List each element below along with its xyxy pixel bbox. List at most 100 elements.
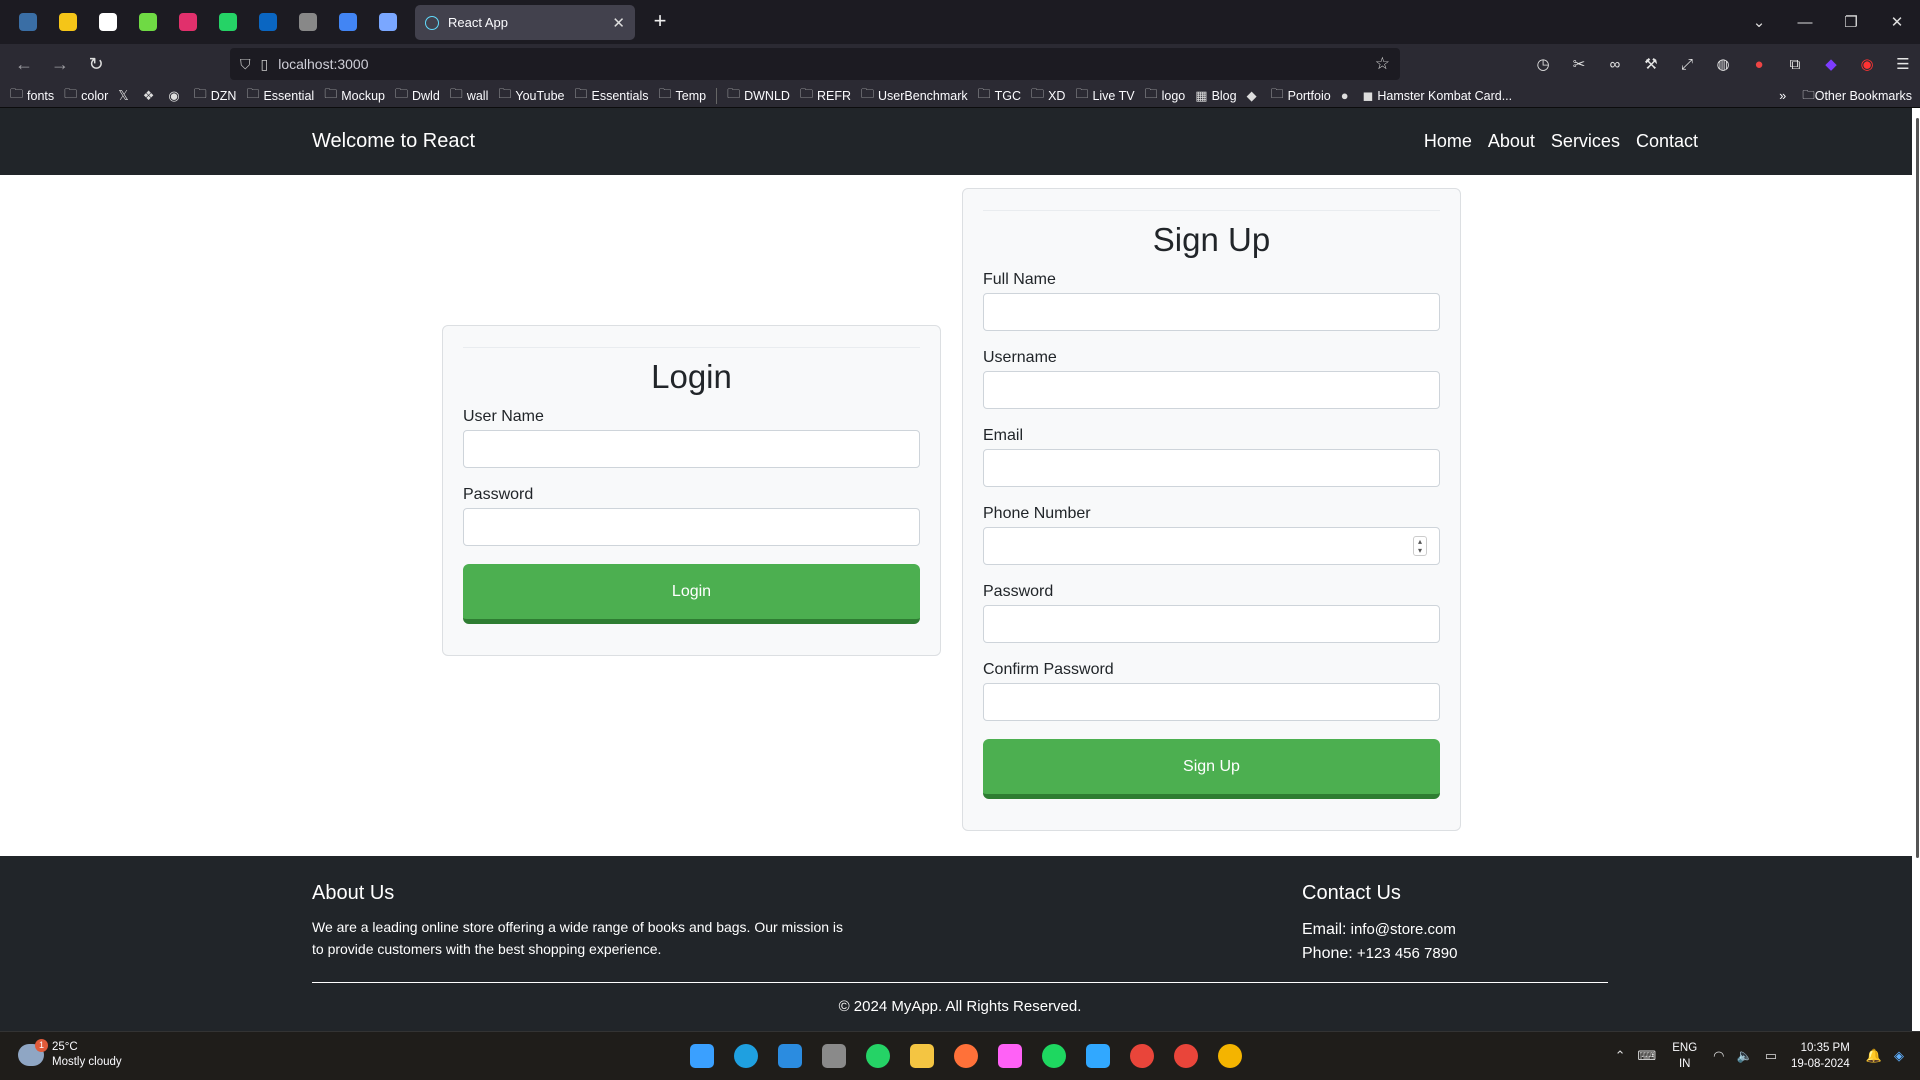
photoshop-icon[interactable] (1076, 1039, 1120, 1073)
signup-button[interactable]: Sign Up (983, 739, 1440, 799)
adobe-xd-icon[interactable] (988, 1039, 1032, 1073)
restore-icon[interactable]: ❐ (1828, 13, 1874, 31)
gemini-icon[interactable] (328, 0, 368, 44)
phone-number-input[interactable]: ▴ ▾ (983, 527, 1440, 565)
volume-icon[interactable]: 🔈 (1737, 1048, 1753, 1064)
vscode-icon[interactable] (768, 1039, 812, 1073)
address-bar[interactable]: ⛉ ▯ localhost:3000 ☆ (230, 48, 1400, 80)
globe-icon[interactable] (368, 0, 408, 44)
copilot-icon[interactable]: ◈ (1894, 1048, 1904, 1064)
reload-icon[interactable]: ↻ (78, 54, 114, 75)
bookmark-item[interactable]: 🗀 Live TV (1075, 85, 1134, 107)
bookmark-item[interactable]: ❖ (143, 88, 159, 104)
bookmark-item[interactable]: 🗀 Essential (246, 85, 314, 107)
linkedin-icon[interactable] (248, 0, 288, 44)
battery-icon[interactable]: ▭ (1765, 1048, 1777, 1064)
password-input[interactable] (463, 508, 920, 546)
nav-link-contact[interactable]: Contact (1636, 131, 1698, 152)
history-icon[interactable]: ◷ (1525, 48, 1561, 80)
bookmark-item[interactable]: 🗀 Essentials (575, 85, 649, 107)
upwork-icon[interactable] (128, 0, 168, 44)
wave-icon[interactable] (288, 0, 328, 44)
menu-icon[interactable]: ☰ (1885, 48, 1920, 80)
chrome-icon[interactable] (1120, 1039, 1164, 1073)
bookmark-item[interactable]: 🗀 Dwld (395, 85, 440, 107)
wifi-icon[interactable]: ◠ (1713, 1048, 1724, 1064)
full-name-input[interactable] (983, 293, 1440, 331)
bookmark-item[interactable]: 🗀 wall (450, 85, 489, 107)
user-name-input[interactable] (463, 430, 920, 468)
chrome-icon[interactable] (1164, 1039, 1208, 1073)
minimize-icon[interactable]: — (1782, 14, 1828, 31)
bookmark-item[interactable]: 🗀 YouTube (498, 85, 564, 107)
shield-icon[interactable]: ⛉ (240, 56, 251, 73)
infinity-icon[interactable]: ∞ (1597, 48, 1633, 80)
bookmark-item[interactable]: 🗀 logo (1145, 85, 1186, 107)
bell-icon[interactable]: 🔔 (1866, 1048, 1882, 1064)
close-window-icon[interactable]: ✕ (1874, 13, 1920, 31)
wrench-icon[interactable]: ⚒ (1633, 48, 1669, 80)
bookmark-item[interactable]: 🗀 Temp (659, 85, 707, 107)
bookmark-item[interactable]: 🗀 Portfoio (1271, 85, 1331, 107)
chevron-up-icon[interactable]: ⌃ (1615, 1048, 1626, 1064)
tab-react-app[interactable]: React App ✕ (415, 5, 635, 40)
bookmark-star-icon[interactable]: ☆ (1375, 54, 1390, 74)
back-icon[interactable]: ← (6, 54, 42, 75)
pencil-app-icon[interactable] (48, 0, 88, 44)
nav-link-about[interactable]: About (1488, 131, 1535, 152)
username-input[interactable] (983, 371, 1440, 409)
scrollbar-thumb[interactable] (1916, 118, 1919, 858)
firefox-icon[interactable] (944, 1039, 988, 1073)
bookmark-item[interactable]: ▦ Blog (1195, 88, 1236, 104)
tab-list-icon[interactable]: ⌄ (1736, 13, 1782, 31)
purple-extension-icon[interactable]: ◆ (1813, 48, 1849, 80)
whatsapp-icon[interactable] (856, 1039, 900, 1073)
chatgpt-icon[interactable] (88, 0, 128, 44)
whatsapp-icon[interactable] (208, 0, 248, 44)
bookmark-item[interactable]: 🗀 DZN (194, 85, 237, 107)
page-scrollbar[interactable] (1912, 108, 1920, 1031)
language-indicator[interactable]: ENG IN (1672, 1040, 1697, 1072)
adblock-icon[interactable]: ● (1741, 48, 1777, 80)
email-input[interactable] (983, 449, 1440, 487)
edge-icon[interactable] (724, 1039, 768, 1073)
brand-title[interactable]: Welcome to React (312, 130, 1424, 153)
windows-start-icon[interactable] (680, 1039, 724, 1073)
bookmark-item[interactable]: 🗀 UserBenchmark (861, 85, 968, 107)
nav-link-home[interactable]: Home (1424, 131, 1472, 152)
instagram-icon[interactable] (168, 0, 208, 44)
forward-icon[interactable]: → (42, 54, 78, 75)
bookmark-item[interactable]: 🗀 XD (1031, 85, 1065, 107)
bookmark-item[interactable]: 🗀 Mockup (324, 85, 385, 107)
other-bookmarks[interactable]: Other Bookmarks (1815, 89, 1912, 103)
bookmark-item[interactable]: ◼ Hamster Kombat Card... (1363, 88, 1513, 104)
bookmark-item[interactable]: 🗀 TGC (978, 85, 1021, 107)
spotify-icon[interactable] (1032, 1039, 1076, 1073)
confirm-password-input[interactable] (983, 683, 1440, 721)
bookmark-item[interactable]: ● (1341, 88, 1353, 103)
close-tab-icon[interactable]: ✕ (612, 14, 625, 32)
new-tab-button[interactable]: + (646, 8, 674, 34)
bookmark-item[interactable]: 🗀 DWNLD (727, 85, 790, 107)
screenshot-icon[interactable]: ✂ (1561, 48, 1597, 80)
chevron-right-icon[interactable]: » (1779, 89, 1786, 103)
extensions-icon[interactable]: ⧉ (1777, 48, 1813, 80)
bookmark-item[interactable]: 🗀 REFR (800, 85, 851, 107)
chrome-icon[interactable] (1208, 1039, 1252, 1073)
bookmark-item[interactable]: 🗀 color (64, 85, 108, 107)
nav-link-services[interactable]: Services (1551, 131, 1620, 152)
file-explorer-icon[interactable] (900, 1039, 944, 1073)
expand-icon[interactable]: ⤢ (1669, 48, 1705, 80)
red-extension-icon[interactable]: ◉ (1849, 48, 1885, 80)
calculator-icon[interactable] (812, 1039, 856, 1073)
login-button[interactable]: Login (463, 564, 920, 624)
globe-extension-icon[interactable]: ◍ (1705, 48, 1741, 80)
bookmark-item[interactable]: ◉ (168, 88, 183, 104)
keyboard-icon[interactable]: ⌨ (1637, 1048, 1656, 1064)
bookmark-item[interactable]: 𝕏 (118, 88, 132, 104)
weather-widget[interactable]: 1 25°C Mostly cloudy (18, 1039, 122, 1070)
password-input[interactable] (983, 605, 1440, 643)
firefox-icon[interactable] (8, 0, 48, 44)
bookmark-item[interactable]: 🗀 fonts (10, 85, 54, 107)
number-spinner-icon[interactable]: ▴ ▾ (1413, 536, 1427, 556)
